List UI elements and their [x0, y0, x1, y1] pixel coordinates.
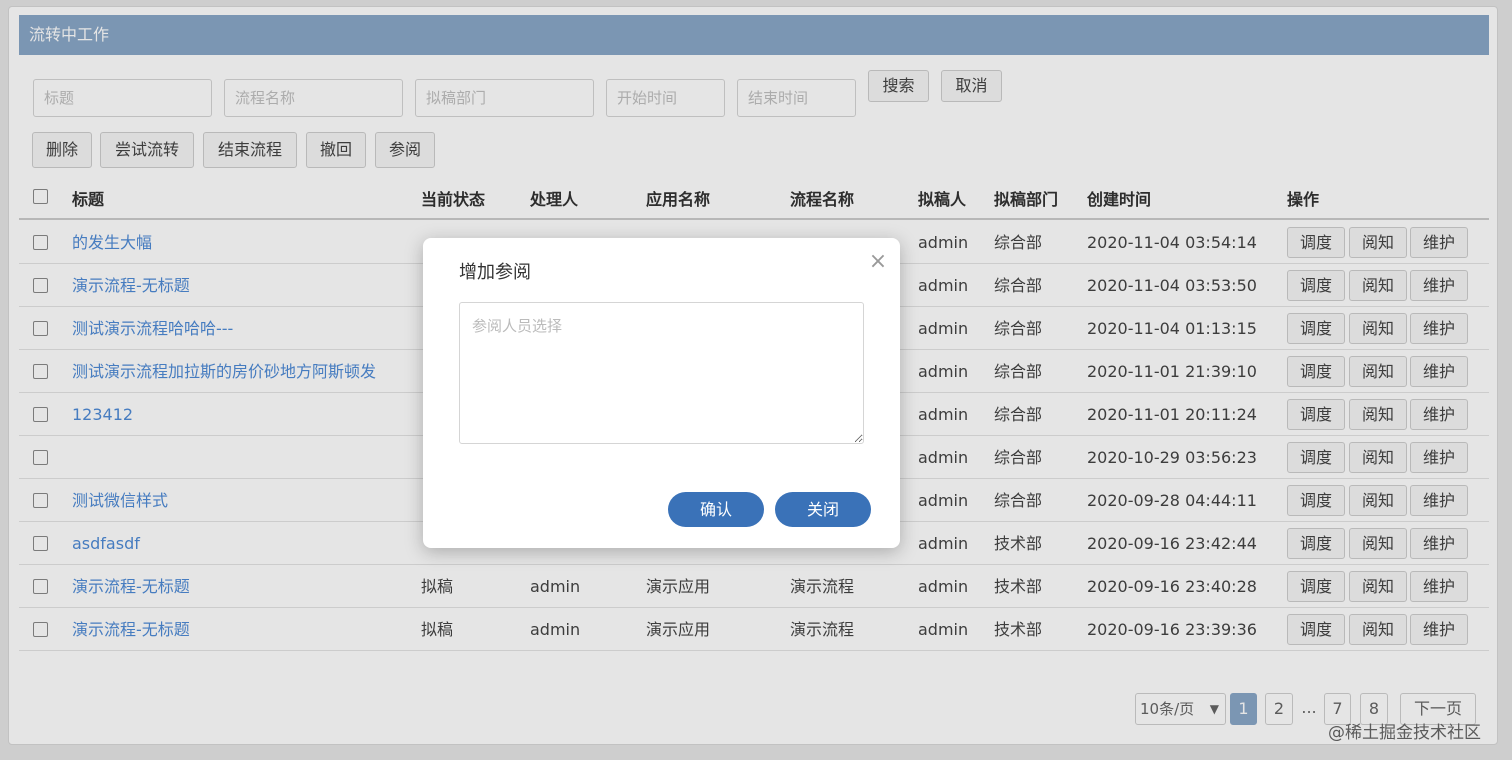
close-dialog-button[interactable]: 关闭 [775, 492, 871, 527]
close-icon[interactable]: × [866, 250, 890, 274]
confirm-button[interactable]: 确认 [668, 492, 764, 527]
dialog-title: 增加参阅 [459, 262, 531, 283]
add-review-dialog: 增加参阅 × 确认 关闭 [423, 238, 900, 548]
reviewer-select-textarea[interactable] [459, 302, 864, 444]
